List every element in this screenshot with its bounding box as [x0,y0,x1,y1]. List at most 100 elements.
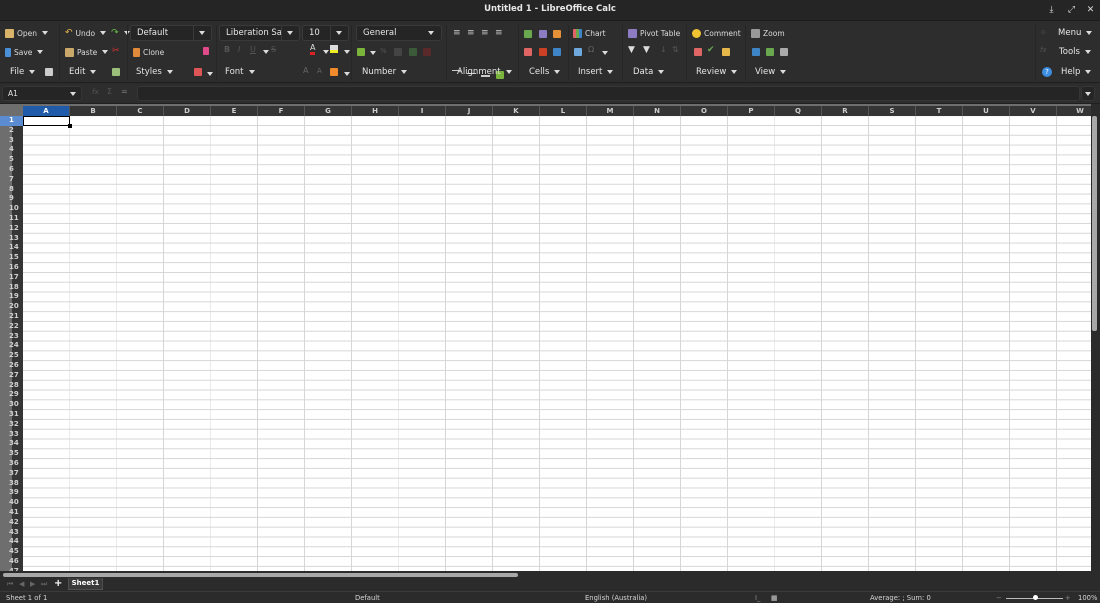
align-left-icon[interactable]: ≡ [453,28,461,38]
format-cells-icon[interactable] [553,48,561,56]
column-header[interactable]: E [211,106,258,116]
dropdown-button[interactable] [330,26,348,40]
delete-decimal-icon[interactable] [423,48,431,56]
selection-mode-icon[interactable]: ▦ [771,594,777,602]
previous-sheet-icon[interactable]: ◀ [19,580,24,588]
tools-menu-button[interactable]: Tools [1059,45,1091,59]
row-header[interactable]: 45 [0,547,23,557]
row-header[interactable]: 38 [0,479,23,489]
row-header[interactable]: 6 [0,165,23,175]
sidebar-icon[interactable] [766,48,774,56]
track-changes-icon[interactable] [694,48,702,56]
column-header[interactable]: A [23,106,70,116]
styles-menu-button[interactable]: Styles [136,65,173,79]
chevron-down-icon[interactable] [344,72,350,76]
close-icon[interactable]: ✕ [1085,5,1096,16]
number-format-icon[interactable] [394,48,402,56]
align-right-icon[interactable]: ≡ [481,28,489,38]
insert-mode-icon[interactable]: I_ [755,594,760,602]
clear-formatting-icon[interactable] [203,47,209,55]
cell-style-icon[interactable] [194,68,202,76]
justify-icon[interactable]: ≡ [495,28,503,38]
borders-icon[interactable] [330,68,338,76]
vertical-scrollbar-thumb[interactable] [1092,116,1097,331]
maximize-icon[interactable]: ⤢ [1066,5,1077,16]
column-header[interactable]: F [258,106,305,116]
next-sheet-icon[interactable]: ▶ [30,580,35,588]
insert-menu-button[interactable]: Insert [578,65,614,79]
delete-columns-icon[interactable] [539,48,547,56]
data-menu-button[interactable]: Data [633,65,665,79]
column-header[interactable]: W [1057,106,1091,116]
row-header[interactable]: 43 [0,528,23,538]
row-header[interactable]: 31 [0,410,23,420]
row-header[interactable]: 2 [0,126,23,136]
row-header[interactable]: 30 [0,400,23,410]
chevron-down-icon[interactable] [370,51,376,55]
chevron-down-icon[interactable] [207,72,213,76]
undo-button[interactable]: ↶ Undo ↷ [65,26,130,40]
protect-icon[interactable] [722,48,730,56]
language[interactable]: English (Australia) [585,594,647,602]
column-header[interactable]: N [634,106,681,116]
spellcheck-icon[interactable]: ✔ [707,45,715,55]
italic-icon[interactable]: I [238,45,240,54]
pivot-table-button[interactable]: Pivot Table [628,26,680,40]
add-decimal-icon[interactable] [409,48,417,56]
row-header[interactable]: 9 [0,194,23,204]
row-header[interactable]: 4 [0,145,23,155]
currency-icon[interactable] [357,48,365,56]
standard-filter-icon[interactable]: ▼ [643,45,650,55]
align-center-icon[interactable]: ≡ [467,28,475,38]
row-header[interactable]: 44 [0,537,23,547]
row-header[interactable]: 7 [0,175,23,185]
dropdown-button[interactable] [423,26,441,40]
page-style[interactable]: Default [355,594,380,602]
sheet-tab[interactable]: Sheet1 [68,578,103,590]
row-header[interactable]: 12 [0,224,23,234]
plus-icon[interactable]: + [54,578,62,589]
edit-menu-button[interactable]: Edit [69,65,97,79]
insert-rows-icon[interactable] [524,30,532,38]
chevron-down-icon[interactable] [323,50,329,54]
row-header[interactable]: 10 [0,204,23,214]
autofilter-icon[interactable]: ▼ [628,45,635,55]
insert-columns-icon[interactable] [539,30,547,38]
expand-formula-bar-button[interactable] [1081,86,1095,101]
review-menu-button[interactable]: Review [696,65,738,79]
cell-area[interactable] [23,116,1091,571]
copy-icon[interactable] [112,68,120,76]
row-header[interactable]: 14 [0,243,23,253]
zoom-button[interactable]: Zoom [751,26,785,40]
insert-chart-button[interactable]: Chart [573,26,606,40]
main-menu-button[interactable]: Menu [1058,26,1093,40]
strikethrough-icon[interactable]: S [271,45,276,54]
chevron-down-icon[interactable] [344,50,350,54]
zoom-slider-handle[interactable] [1032,595,1038,600]
row-header[interactable]: 40 [0,498,23,508]
column-header[interactable]: L [540,106,587,116]
page-break-icon[interactable] [780,48,788,56]
row-header[interactable]: 33 [0,430,23,440]
row-header[interactable]: 42 [0,518,23,528]
column-header[interactable]: C [117,106,164,116]
file-menu-button[interactable]: File [10,65,36,79]
row-header[interactable]: 37 [0,469,23,479]
zoom-level[interactable]: 100% [1078,594,1097,602]
chevron-down-icon[interactable] [263,50,269,54]
insert-image-icon[interactable] [574,48,582,56]
row-header[interactable]: 18 [0,283,23,293]
row-header[interactable]: 20 [0,302,23,312]
column-header[interactable]: M [587,106,634,116]
column-header[interactable]: S [869,106,916,116]
percent-icon[interactable]: % [380,47,387,55]
row-header[interactable]: 39 [0,488,23,498]
chevron-down-icon[interactable] [100,31,107,35]
row-header[interactable]: 8 [0,185,23,195]
row-header[interactable]: 17 [0,273,23,283]
spreadsheet-grid[interactable]: ABCDEFGHIJKLMNOPQRSTUVW 1 2 3 4 5 6 7 8 9 10 11 12 1… [0,104,1091,571]
column-header[interactable]: Q [775,106,822,116]
sort-ascending-icon[interactable]: ↓ [660,45,667,54]
delete-rows-icon[interactable] [524,48,532,56]
row-header[interactable]: 26 [0,361,23,371]
